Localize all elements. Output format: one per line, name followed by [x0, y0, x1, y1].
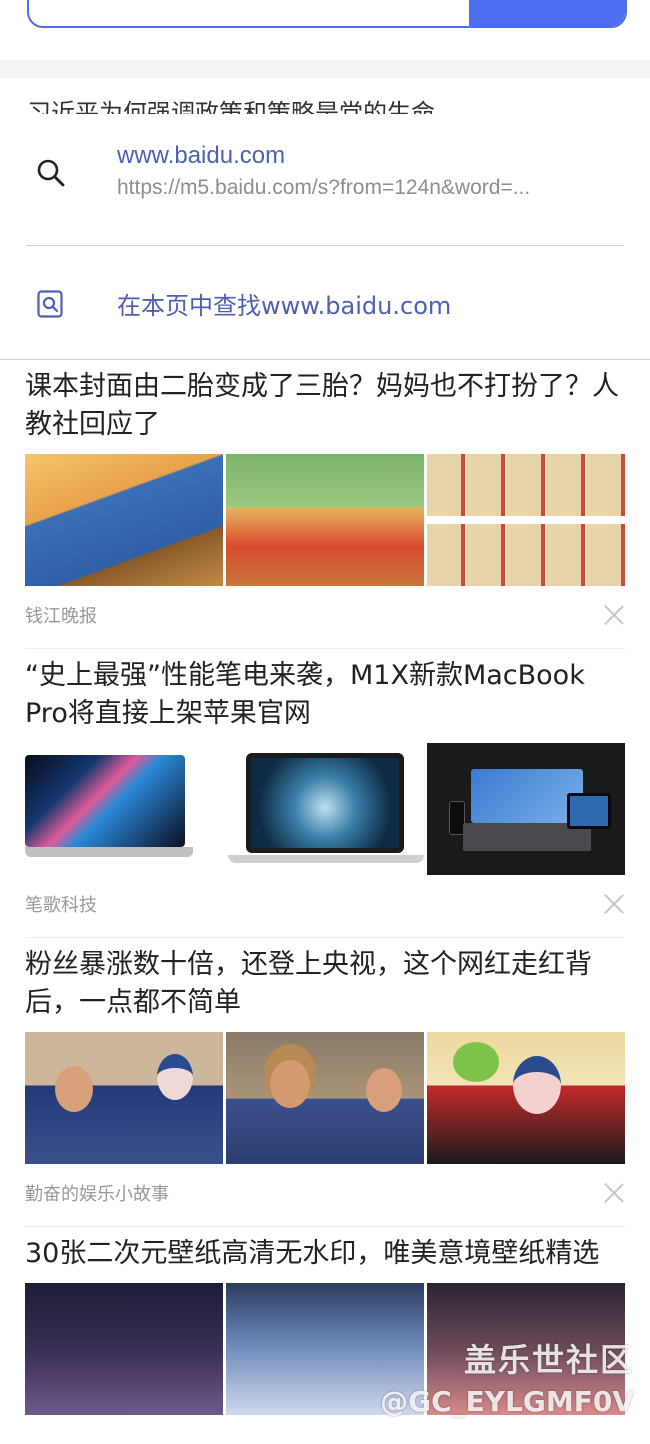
close-icon[interactable] [603, 893, 625, 915]
news-image[interactable] [427, 1032, 625, 1164]
news-image[interactable] [427, 743, 625, 875]
suggestion-url: https://m5.baidu.com/s?from=124n&word=..… [117, 176, 531, 199]
suggestion-panel: www.baidu.com https://m5.baidu.com/s?fro… [0, 114, 650, 360]
find-in-page-label: 在本页中查找www.baidu.com [117, 292, 452, 320]
news-image[interactable] [25, 1032, 223, 1164]
news-title[interactable]: “史上最强”性能笔电来袭，M1X新款MacBook Pro将直接上架苹果官网 [25, 649, 625, 733]
search-bar[interactable] [27, 0, 627, 28]
news-image[interactable] [226, 454, 424, 586]
news-image[interactable] [226, 743, 424, 875]
watermark-brand: 盖乐世社区 [463, 1341, 634, 1379]
news-source: 笔歌科技 [25, 895, 97, 916]
news-card[interactable]: 粉丝暴涨数十倍，还登上央视，这个网红走红背后，一点都不简单 勤奋的娱乐小故事 [25, 938, 625, 1227]
news-title[interactable]: 30张二次元壁纸高清无水印，唯美意境壁纸精选 [25, 1227, 625, 1273]
hot-search-item[interactable]: 习近平为何强调政策和策略是党的生命 [27, 98, 627, 114]
watermark-user: @GC_EYLGMF0V [380, 1385, 634, 1418]
news-images[interactable] [25, 743, 625, 875]
news-image[interactable] [25, 454, 223, 586]
suggestion-url-row[interactable]: www.baidu.com https://m5.baidu.com/s?fro… [0, 114, 650, 246]
news-card[interactable]: 课本封面由二胎变成了三胎？妈妈也不打扮了？人教社回应了 钱江晚报 [25, 360, 625, 649]
suggestion-title: www.baidu.com [117, 142, 286, 169]
news-image[interactable] [226, 1032, 424, 1164]
find-in-page-icon [37, 290, 63, 318]
news-images[interactable] [25, 454, 625, 586]
news-feed: 课本封面由二胎变成了三胎？妈妈也不打扮了？人教社回应了 钱江晚报 “史上最强”性… [0, 360, 650, 1415]
search-button[interactable] [469, 0, 625, 26]
news-source: 勤奋的娱乐小故事 [25, 1184, 169, 1205]
find-in-page-row[interactable]: 在本页中查找www.baidu.com [0, 246, 650, 360]
news-image[interactable] [25, 743, 223, 875]
news-source: 钱江晚报 [25, 606, 97, 627]
search-icon [37, 159, 65, 187]
community-watermark: 盖乐世社区 @GC_EYLGMF0V [380, 1338, 634, 1422]
section-divider [0, 60, 650, 78]
news-title[interactable]: 粉丝暴涨数十倍，还登上央视，这个网红走红背后，一点都不简单 [25, 938, 625, 1022]
news-title[interactable]: 课本封面由二胎变成了三胎？妈妈也不打扮了？人教社回应了 [25, 360, 625, 444]
close-icon[interactable] [603, 1182, 625, 1204]
close-icon[interactable] [603, 604, 625, 626]
news-images[interactable] [25, 1032, 625, 1164]
news-image[interactable] [427, 454, 625, 586]
news-card[interactable]: “史上最强”性能笔电来袭，M1X新款MacBook Pro将直接上架苹果官网 笔… [25, 649, 625, 938]
news-image[interactable] [25, 1283, 223, 1415]
